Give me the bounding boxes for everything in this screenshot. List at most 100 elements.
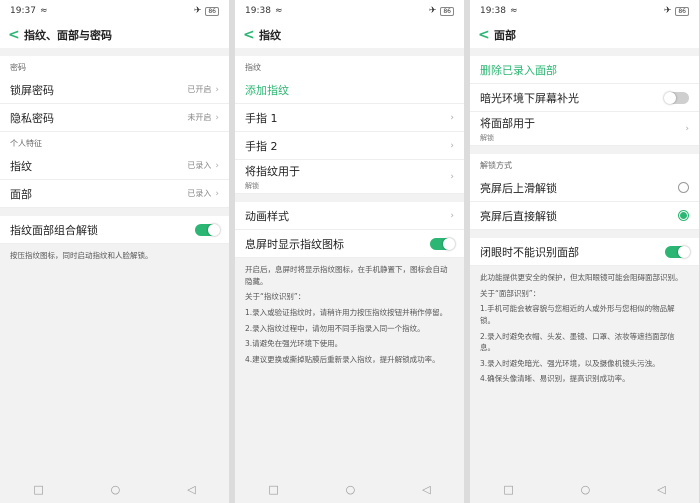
app-bar: < 指纹 [235,22,464,48]
airplane-icon: ✈ [428,6,437,16]
back-icon[interactable]: < [243,27,259,43]
app-bar: < 指纹、面部与密码 [0,22,229,48]
direct-unlock-label: 亮屏后直接解锁 [480,209,557,223]
airplane-icon: ✈ [193,6,202,16]
lock-password-status: 已开启 [187,85,212,94]
screen-fingerprint-face-password: 19:37 ≈ ✈ 86 < 指纹、面部与密码 密码 锁屏密码 已开启 › 隐私密码 … [0,0,229,503]
wifi-icon: ≈ [509,6,518,16]
direct-unlock-radio[interactable] [678,210,689,221]
status-time: 19:38 [480,6,506,16]
nav-bar: □ ○ ◁ [0,475,229,503]
battery-level: 86 [675,6,689,16]
animation-style-row[interactable]: 动画样式 › [235,202,464,230]
chevron-right-icon: › [450,112,454,123]
battery-level: 86 [440,6,454,16]
use-for-sub: 解锁 [480,133,494,142]
chevron-right-icon: › [450,140,454,151]
status-time: 19:37 [10,6,36,16]
screen-off-icon-row: 息屏时显示指纹图标 [235,230,464,258]
section-unlock-method: 解锁方式 [470,154,699,174]
back-nav-icon[interactable]: ◁ [657,483,665,496]
face-notes: 此功能提供更安全的保护，但太阳眼镜可能会阻碍面部识别。 关于“面部识别”： 1.… [470,266,699,395]
section-password: 密码 [0,56,229,76]
low-light-fill-toggle[interactable] [664,91,689,104]
finger-1-label: 手指 1 [245,111,278,125]
chevron-right-icon: › [450,171,454,182]
fingerprint-status: 已录入 [187,161,212,170]
finger-1-row[interactable]: 手指 1 › [235,104,464,132]
app-bar: < 面部 [470,22,699,48]
add-fingerprint-label: 添加指纹 [245,83,289,97]
fingerprint-use-for-row[interactable]: 将指纹用于 解锁 › [235,160,464,194]
add-fingerprint-row[interactable]: 添加指纹 [235,76,464,104]
low-light-fill-label: 暗光环境下屏幕补光 [480,91,579,105]
back-icon[interactable]: < [478,27,494,43]
chevron-right-icon: › [215,160,219,171]
swipe-unlock-row[interactable]: 亮屏后上滑解锁 [470,174,699,202]
recents-icon[interactable]: □ [503,483,513,496]
back-nav-icon[interactable]: ◁ [422,483,430,496]
wifi-icon: ≈ [39,6,48,16]
face-label: 面部 [10,187,32,201]
animation-style-label: 动画样式 [245,209,289,223]
use-for-label: 将面部用于 [480,116,535,130]
eyes-closed-row: 闭眼时不能识别面部 [470,238,699,266]
section-fingerprint: 指纹 [235,56,464,76]
chevron-right-icon: › [685,123,689,134]
chevron-right-icon: › [215,188,219,199]
delete-face-row[interactable]: 删除已录入面部 [470,56,699,84]
status-bar: 19:37 ≈ ✈ 86 [0,0,229,22]
face-row[interactable]: 面部 已录入 › [0,180,229,208]
use-for-label: 将指纹用于 [245,164,300,178]
airplane-icon: ✈ [663,6,672,16]
fingerprint-label: 指纹 [10,159,32,173]
lock-password-row[interactable]: 锁屏密码 已开启 › [0,76,229,104]
back-icon[interactable]: < [8,27,24,43]
chevron-right-icon: › [450,210,454,221]
low-light-fill-row: 暗光环境下屏幕补光 [470,84,699,112]
screen-off-icon-label: 息屏时显示指纹图标 [245,237,344,251]
chevron-right-icon: › [215,112,219,123]
direct-unlock-row[interactable]: 亮屏后直接解锁 [470,202,699,230]
use-for-sub: 解锁 [245,181,259,190]
combo-unlock-row: 指纹面部组合解锁 [0,216,229,244]
swipe-unlock-label: 亮屏后上滑解锁 [480,181,557,195]
privacy-password-label: 隐私密码 [10,111,54,125]
combo-unlock-label: 指纹面部组合解锁 [10,223,98,237]
privacy-password-row[interactable]: 隐私密码 未开启 › [0,104,229,132]
screen-fingerprint: 19:38 ≈ ✈ 86 < 指纹 指纹 添加指纹 手指 1 › 手指 2 › 将指… [235,0,464,503]
fingerprint-row[interactable]: 指纹 已录入 › [0,152,229,180]
status-time: 19:38 [245,6,271,16]
nav-bar: □ ○ ◁ [470,475,699,503]
finger-2-label: 手指 2 [245,139,278,153]
page-title: 面部 [494,29,516,42]
delete-face-label: 删除已录入面部 [480,63,557,77]
fingerprint-notes: 开启后，息屏时将显示指纹图标，在手机静置下，图标会自动隐藏。 关于“指纹识别”：… [235,258,464,376]
finger-2-row[interactable]: 手指 2 › [235,132,464,160]
home-icon[interactable]: ○ [581,483,591,496]
eyes-closed-label: 闭眼时不能识别面部 [480,245,579,259]
page-title: 指纹 [259,29,281,42]
status-bar: 19:38 ≈ ✈ 86 [470,0,699,22]
recents-icon[interactable]: □ [33,483,43,496]
screen-off-icon-toggle[interactable] [430,237,455,250]
screen-face: 19:38 ≈ ✈ 86 < 面部 删除已录入面部 暗光环境下屏幕补光 将面部用于 … [470,0,699,503]
status-bar: 19:38 ≈ ✈ 86 [235,0,464,22]
nav-bar: □ ○ ◁ [235,475,464,503]
back-nav-icon[interactable]: ◁ [187,483,195,496]
page-title: 指纹、面部与密码 [24,29,112,42]
privacy-password-status: 未开启 [187,113,212,122]
home-icon[interactable]: ○ [346,483,356,496]
wifi-icon: ≈ [274,6,283,16]
home-icon[interactable]: ○ [111,483,121,496]
combo-unlock-note: 按压指纹图标，同时启动指纹和人脸解锁。 [0,244,229,272]
swipe-unlock-radio[interactable] [678,182,689,193]
section-biometric: 个人特征 [0,132,229,152]
eyes-closed-toggle[interactable] [665,245,690,258]
face-use-for-row[interactable]: 将面部用于 解锁 › [470,112,699,146]
face-status: 已录入 [187,189,212,198]
combo-unlock-toggle[interactable] [195,223,220,236]
chevron-right-icon: › [215,84,219,95]
recents-icon[interactable]: □ [268,483,278,496]
battery-level: 86 [205,6,219,16]
